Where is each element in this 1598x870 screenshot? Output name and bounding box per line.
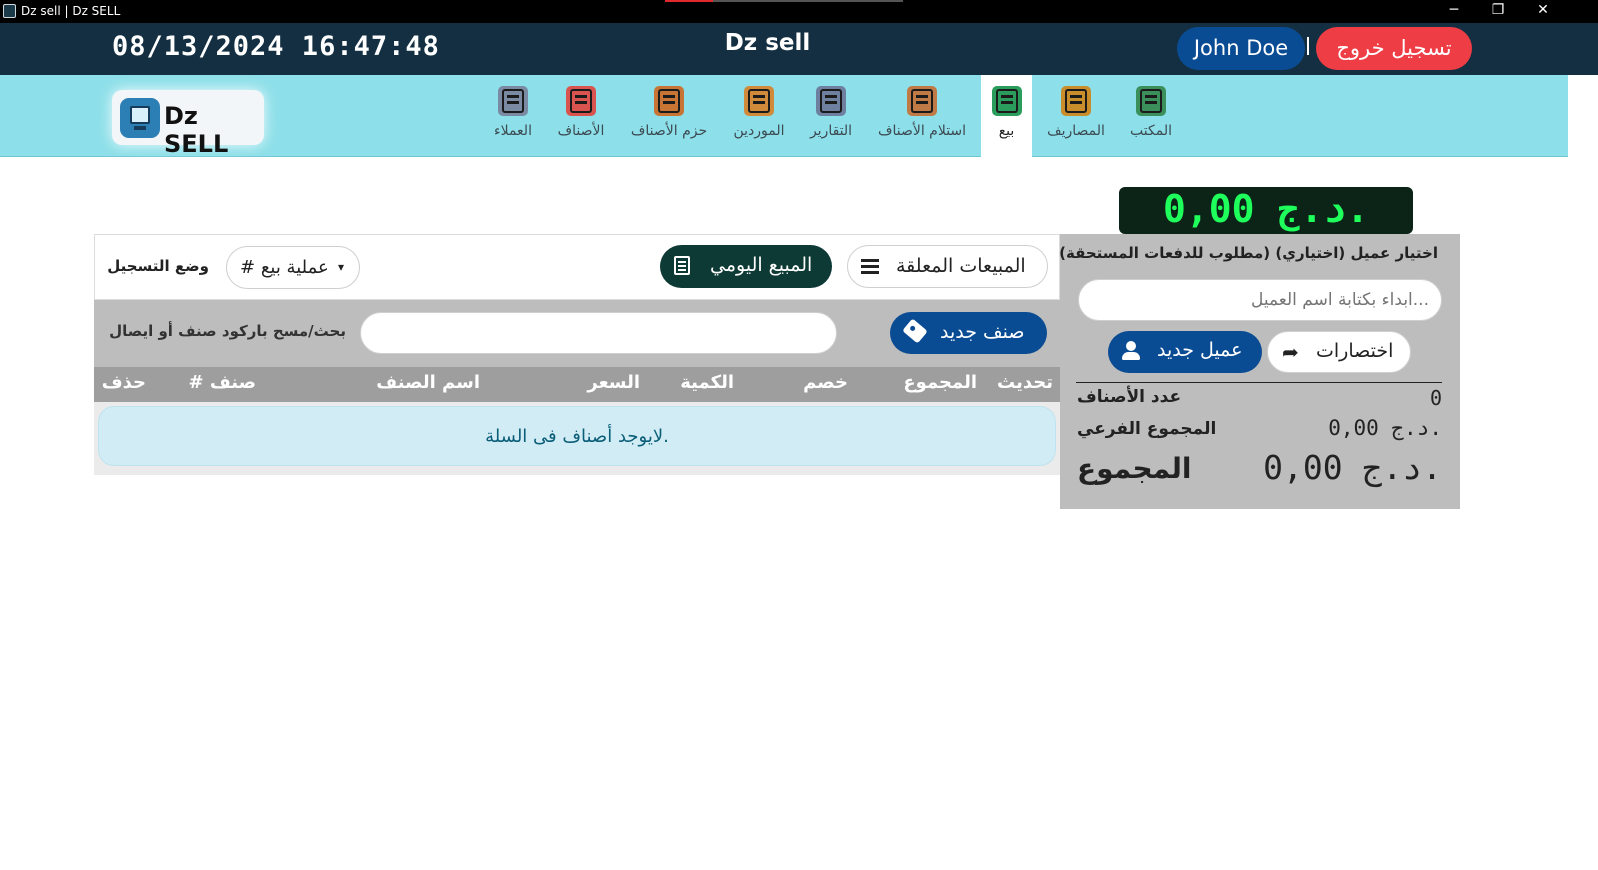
app-icon	[3, 4, 16, 18]
customer-select-label: اختيار عميل (اختياري) (مطلوب للدفعات الم…	[1059, 244, 1438, 262]
empty-cart-message: لايوجد أصناف فى السلة.	[98, 406, 1056, 466]
logout-button[interactable]: تسجيل خروج	[1316, 27, 1472, 70]
shortcuts-label: اختصارات	[1316, 340, 1394, 362]
header-separator	[1307, 37, 1309, 55]
daily-sales-button[interactable]: المبيع اليومي	[660, 245, 832, 288]
nav-item-reports[interactable]: التقارير	[802, 75, 860, 157]
titlebar-line	[713, 0, 903, 2]
summary-divider	[1076, 382, 1442, 383]
nav-item-label: استلام الأصناف	[877, 123, 967, 139]
cart-toolbar: المبيعات المعلقة المبيع اليومي # عملية ب…	[94, 234, 1060, 300]
search-row: صنف جديد بحث/مسح باركود صنف أو ايصال	[94, 300, 1060, 367]
logo-text: Dz SELL	[164, 102, 229, 158]
column-header: السعر	[587, 372, 640, 393]
packages-icon	[654, 86, 684, 116]
column-header: تحديث	[997, 372, 1053, 393]
datetime-display: 08/13/2024 16:47:48	[112, 31, 440, 62]
nav-item-label: الموردين	[733, 123, 785, 139]
nav-item-label: المصاريف	[1047, 123, 1105, 139]
column-header: الكمية	[680, 372, 734, 393]
cart-table-header: تحديث المجموع خصم الكمية السعر اسم الصنف…	[94, 367, 1060, 402]
office-icon	[1136, 86, 1166, 116]
shortcuts-button[interactable]: ➦ اختصارات	[1267, 331, 1411, 373]
total-label: المجموع	[1077, 452, 1192, 485]
reports-icon	[816, 86, 846, 116]
list-icon	[861, 259, 879, 275]
customer-panel: اختيار عميل (اختياري) (مطلوب للدفعات الم…	[1059, 234, 1460, 509]
app-header: 08/13/2024 16:47:48 Dz sell John Doe تسج…	[0, 23, 1598, 75]
total-value: 0,00 د.ج.	[1263, 448, 1442, 487]
nav-item-expenses[interactable]: المصاريف	[1040, 75, 1112, 157]
nav-item-products[interactable]: الأصناف	[551, 75, 611, 157]
daily-sales-label: المبيع اليومي	[710, 254, 813, 276]
nav-item-label: بيع	[998, 123, 1015, 139]
column-header: المجموع	[903, 372, 977, 393]
items-count-label: عدد الأصناف	[1077, 387, 1182, 407]
column-header: اسم الصنف	[376, 372, 480, 393]
new-customer-button[interactable]: عميل جديد	[1108, 331, 1262, 373]
nav-item-label: التقارير	[809, 123, 853, 139]
subtotal-label: المجموع الفرعي	[1077, 419, 1217, 439]
receive-items-icon	[907, 86, 937, 116]
chevron-down-icon: ▾	[338, 260, 345, 274]
nav-item-receive-items[interactable]: استلام الأصناف	[870, 75, 974, 157]
window-titlebar: Dz sell | Dz SELL ─ ❐ ✕	[0, 0, 1598, 23]
column-header: حذف	[101, 372, 146, 393]
wallet-icon	[1061, 86, 1091, 116]
search-label: بحث/مسح باركود صنف أو ايصال	[109, 322, 346, 340]
nav-item-packages[interactable]: حزم الأصناف	[625, 75, 713, 157]
items-count-value: 0	[1429, 386, 1442, 410]
minimize-button[interactable]: ─	[1434, 0, 1474, 23]
monitor-icon	[120, 98, 160, 138]
user-icon	[1121, 341, 1141, 361]
nav-item-office[interactable]: المكتب	[1120, 75, 1182, 157]
suppliers-icon	[744, 86, 774, 116]
register-mode-select[interactable]: # عملية بيع ▾	[226, 246, 360, 289]
nav-item-label: الأصناف	[557, 123, 605, 139]
subtotal-value: 0,00 د.ج.	[1328, 416, 1442, 440]
tag-icon	[902, 318, 928, 344]
sell-icon	[991, 86, 1022, 116]
close-button[interactable]: ✕	[1523, 0, 1563, 23]
pending-sales-button[interactable]: المبيعات المعلقة	[847, 245, 1048, 288]
amount-display: 0,00 د.ج.	[1119, 187, 1413, 234]
new-item-label: صنف جديد	[940, 321, 1025, 343]
nav-item-label: المكتب	[1130, 123, 1172, 139]
titlebar-accent	[665, 0, 713, 2]
nav-item-customers[interactable]: العملاء	[488, 75, 538, 157]
column-header: # صنف	[188, 372, 256, 393]
new-item-button[interactable]: صنف جديد	[890, 312, 1047, 354]
new-customer-label: عميل جديد	[1157, 339, 1243, 361]
products-icon	[566, 86, 596, 116]
cart-panel: المبيعات المعلقة المبيع اليومي # عملية ب…	[94, 234, 1060, 475]
pending-sales-label: المبيعات المعلقة	[896, 255, 1026, 277]
nav-item-sell[interactable]: بيع	[981, 75, 1032, 157]
search-input[interactable]	[360, 312, 837, 354]
register-mode-label: وضع التسجيل	[107, 257, 209, 275]
document-icon	[674, 256, 690, 275]
nav-item-label: حزم الأصناف	[630, 123, 708, 139]
column-header: خصم	[803, 372, 848, 393]
nav-item-label: العملاء	[494, 123, 532, 139]
share-arrow-icon: ➦	[1282, 340, 1299, 364]
window-title: Dz sell | Dz SELL	[21, 4, 121, 18]
nav-item-suppliers[interactable]: الموردين	[727, 75, 791, 157]
logo: Dz SELL	[112, 90, 264, 158]
customer-search-input[interactable]	[1078, 279, 1442, 321]
register-mode-value: # عملية بيع	[240, 257, 329, 278]
user-badge[interactable]: John Doe	[1177, 27, 1305, 70]
maximize-button[interactable]: ❐	[1478, 0, 1518, 23]
app-title: Dz sell	[724, 30, 811, 56]
main-nav: Dz SELL المكتب المصاريف بيع استلام الأصن…	[0, 75, 1568, 158]
customers-icon	[498, 86, 528, 116]
